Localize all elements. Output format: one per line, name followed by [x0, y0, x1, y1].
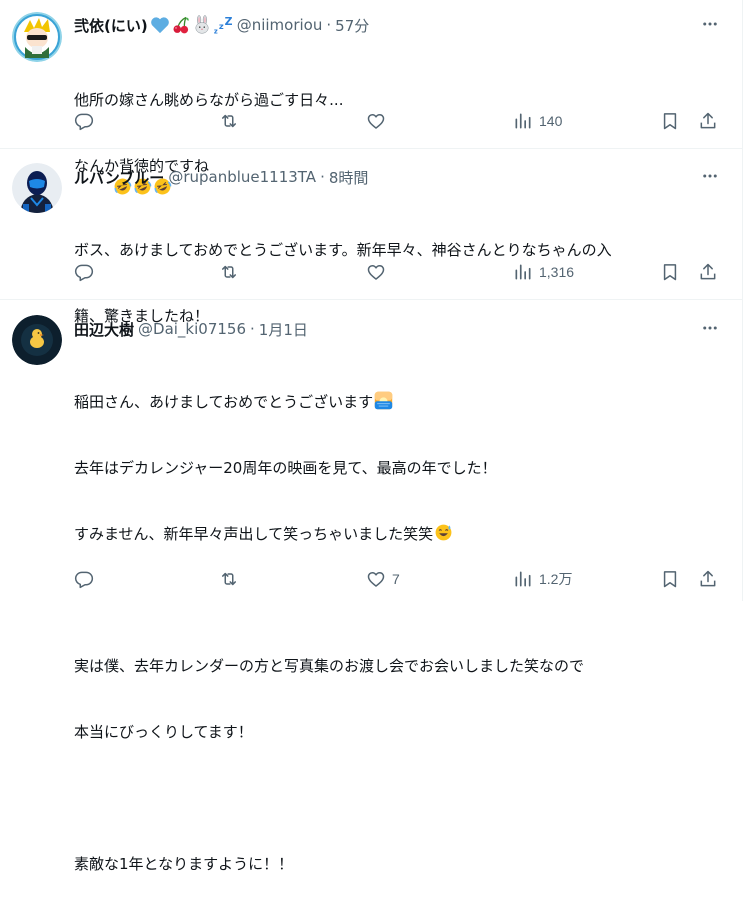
view-count: 1.2万: [539, 571, 573, 587]
retweet-icon: [222, 572, 236, 586]
tweet-line: [74, 589, 712, 611]
like-button[interactable]: 7: [366, 567, 400, 591]
bookmark-icon: [663, 264, 677, 281]
tweet-line: 実は僕、去年カレンダーの方と写真集のお渡し会でお会いしました笑なので: [74, 657, 585, 675]
bookmark-button[interactable]: [660, 567, 680, 591]
share-button[interactable]: [698, 109, 718, 133]
heart-icon: [367, 572, 385, 587]
tweet-line: 素敵な1年となりますように！！: [74, 855, 294, 873]
retweet-button[interactable]: [219, 567, 245, 591]
bookmark-icon: [663, 571, 677, 588]
blue-heart-icon: [150, 17, 169, 34]
cherries-icon: [173, 16, 189, 34]
avatar[interactable]: [12, 315, 62, 365]
view-count: 1,316: [539, 264, 575, 280]
reply-button[interactable]: [74, 260, 100, 284]
sunrise-icon: [374, 391, 393, 410]
svg-text:Z: Z: [224, 15, 232, 28]
tweet-actions: 140: [72, 109, 722, 133]
bookmark-button[interactable]: [660, 260, 680, 284]
tweet[interactable]: 弐依(にい) zzZ @niimoriou · 57分 他所の嫁さん眺めらながら…: [0, 0, 742, 195]
separator: ·: [320, 168, 325, 186]
like-button[interactable]: [366, 109, 392, 133]
tweet-line: すみません、新年早々声出して笑っちゃいました笑笑: [74, 523, 712, 545]
separator: ·: [250, 320, 255, 338]
like-count: 7: [392, 571, 400, 587]
tweet[interactable]: ルパンブルー @rupanblue1113TA · 8時間 ボス、あけましておめ…: [0, 149, 742, 325]
zzz-icon: zz Z: [214, 15, 233, 35]
share-icon: [700, 570, 716, 587]
like-button[interactable]: [366, 260, 392, 284]
tweet[interactable]: 田辺大樹 @Dai_ki07156 · 1月1日 稲田さん、あけましておめでとう…: [0, 300, 742, 873]
tweet-text: 稲田さん、あけましておめでとうございます 去年はデカレンジャー20周年の映画を見…: [74, 347, 712, 919]
views-button[interactable]: 140: [513, 109, 562, 133]
timestamp[interactable]: 57分: [335, 15, 369, 36]
tweet-line: 他所の嫁さん眺めらながら過ごす日々...: [74, 89, 712, 111]
views-button[interactable]: 1.2万: [513, 567, 572, 591]
more-options-icon[interactable]: [700, 166, 720, 186]
reply-icon: [74, 264, 94, 282]
retweet-icon: [222, 265, 236, 279]
tweet-line: 稲田さん、あけましておめでとうございます: [74, 391, 712, 413]
views-bar-chart-icon: [515, 571, 531, 587]
separator: ·: [326, 16, 332, 34]
reply-button[interactable]: [74, 109, 100, 133]
reply-icon: [74, 113, 94, 131]
views-bar-chart-icon: [515, 113, 531, 129]
share-button[interactable]: [698, 260, 718, 284]
tweet-line: 去年はデカレンジャー20周年の映画を見て、最高の年でした！: [74, 459, 497, 477]
tweet-line: [74, 787, 712, 809]
rabbit-icon: [195, 15, 209, 34]
tweet-line: ボス、あけましておめでとうございます。新年早々、神谷さんとりなちゃんの入: [74, 241, 612, 259]
bookmark-icon: [663, 113, 677, 130]
reply-button[interactable]: [74, 567, 100, 591]
views-button[interactable]: 1,316: [513, 260, 574, 284]
views-bar-chart-icon: [515, 264, 531, 280]
reply-icon: [74, 571, 94, 589]
heart-icon: [367, 114, 385, 129]
more-options-icon[interactable]: [700, 318, 720, 338]
timestamp[interactable]: 8時間: [329, 167, 369, 188]
display-name[interactable]: 弐依(にい): [74, 15, 148, 36]
heart-icon: [367, 265, 385, 280]
handle[interactable]: @Dai_ki07156: [138, 320, 246, 338]
tweet-line-text: 稲田さん、あけましておめでとうございます: [74, 393, 374, 411]
name-emojis: zzZ: [150, 15, 233, 35]
display-name[interactable]: 田辺大樹: [74, 319, 134, 340]
svg-text:z: z: [219, 21, 224, 31]
retweet-button[interactable]: [219, 260, 245, 284]
share-icon: [700, 112, 716, 129]
view-count: 140: [539, 113, 563, 129]
avatar[interactable]: [12, 163, 62, 213]
display-name[interactable]: ルパンブルー: [74, 167, 164, 188]
retweet-icon: [222, 114, 236, 128]
share-button[interactable]: [698, 567, 718, 591]
tweet-actions: 1,316: [72, 260, 722, 284]
tweet-line-text: 他所の嫁さん眺めらながら過ごす日々...: [74, 91, 344, 109]
retweet-button[interactable]: [219, 109, 245, 133]
tweet-line: 本当にびっくりしてます！: [74, 723, 253, 741]
tweet-line-text: すみません、新年早々声出して笑っちゃいました笑笑: [74, 525, 434, 543]
svg-text:z: z: [214, 27, 218, 35]
share-icon: [700, 263, 716, 280]
tweet-actions: 7 1.2万: [72, 567, 722, 591]
handle[interactable]: @rupanblue1113TA: [168, 168, 316, 186]
bookmark-button[interactable]: [660, 109, 680, 133]
reply-feed: 弐依(にい) zzZ @niimoriou · 57分 他所の嫁さん眺めらながら…: [0, 0, 743, 873]
more-options-icon[interactable]: [700, 14, 720, 34]
handle[interactable]: @niimoriou: [237, 16, 323, 34]
sweat-smile-icon: [435, 524, 452, 541]
avatar[interactable]: [12, 12, 62, 62]
timestamp[interactable]: 1月1日: [259, 319, 308, 340]
